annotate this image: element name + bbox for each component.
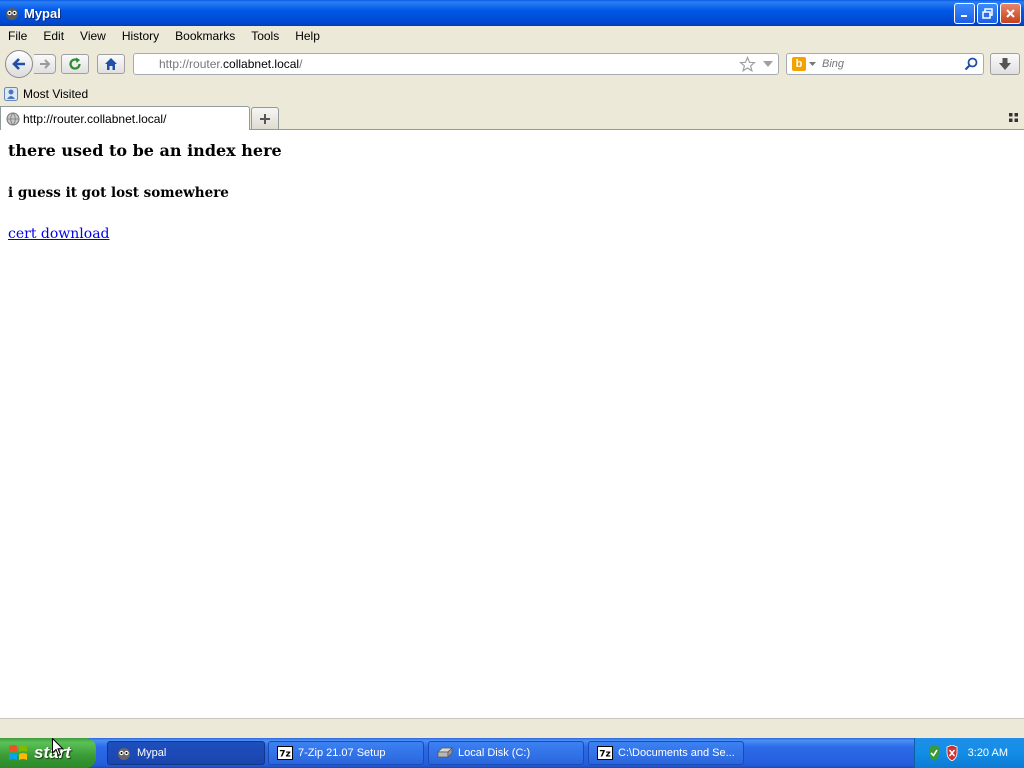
- menu-view[interactable]: View: [72, 29, 114, 43]
- chevron-down-icon[interactable]: [763, 61, 773, 68]
- taskbar-label: 7-Zip 21.07 Setup: [298, 747, 386, 759]
- start-button[interactable]: start: [0, 738, 96, 768]
- bing-icon[interactable]: b: [792, 57, 806, 71]
- page-subheading: i guess it got lost somewhere: [8, 185, 229, 201]
- search-input[interactable]: [822, 58, 952, 70]
- tab-router[interactable]: http://router.collabnet.local/: [0, 106, 250, 130]
- minimize-button[interactable]: [954, 3, 975, 24]
- taskbar-item-mypal[interactable]: Mypal: [107, 741, 265, 765]
- svg-text:7z: 7z: [599, 750, 611, 760]
- url-protocol: http://router.: [159, 57, 224, 71]
- menu-bookmarks[interactable]: Bookmarks: [167, 29, 243, 43]
- plus-icon: [260, 113, 270, 124]
- clock: 3:20 AM: [967, 747, 1008, 759]
- cert-download-link[interactable]: cert download: [8, 226, 110, 242]
- engine-dropdown-icon[interactable]: [809, 61, 816, 67]
- page-heading: there used to be an index here: [8, 141, 282, 160]
- url-bar[interactable]: http://router. collabnet.local /: [133, 53, 779, 75]
- tab-title: http://router.collabnet.local/: [23, 111, 167, 126]
- svg-text:7z: 7z: [279, 750, 291, 760]
- back-button[interactable]: [5, 50, 33, 78]
- restore-icon: [982, 8, 993, 19]
- url-path: /: [299, 57, 303, 71]
- menu-tools[interactable]: Tools: [243, 29, 287, 43]
- minimize-icon: [961, 15, 967, 17]
- menu-history[interactable]: History: [114, 29, 167, 43]
- window-titlebar: Mypal: [0, 0, 1024, 26]
- taskbar-item-local-disk[interactable]: Local Disk (C:): [428, 741, 584, 765]
- search-bar[interactable]: b: [786, 53, 984, 75]
- mypal-taskbar-icon: [118, 748, 130, 760]
- back-arrow-icon: [12, 58, 25, 70]
- new-tab-button[interactable]: [251, 107, 279, 129]
- restore-button[interactable]: [977, 3, 998, 24]
- search-icon[interactable]: [964, 57, 978, 71]
- navigation-toolbar: http://router. collabnet.local / b: [0, 46, 1024, 82]
- taskbar-label: Local Disk (C:): [458, 747, 531, 759]
- close-icon: [1006, 9, 1015, 18]
- forward-arrow-icon: [39, 59, 50, 69]
- tab-strip: http://router.collabnet.local/: [0, 106, 1024, 130]
- home-button[interactable]: [97, 54, 125, 74]
- list-all-tabs-icon[interactable]: [1009, 113, 1018, 122]
- globe-icon: [6, 112, 20, 125]
- mypal-app-icon: [6, 8, 18, 20]
- network-tray-icon[interactable]: [927, 745, 941, 761]
- menu-edit[interactable]: Edit: [35, 29, 72, 43]
- taskbar-item-documents[interactable]: 7z C:\Documents and Se...: [588, 741, 744, 765]
- taskbar-label: C:\Documents and Se...: [618, 747, 735, 759]
- most-visited-folder[interactable]: Most Visited: [4, 87, 88, 101]
- reload-button[interactable]: [61, 54, 89, 74]
- downloads-button[interactable]: [990, 53, 1020, 75]
- most-visited-label: Most Visited: [23, 87, 89, 101]
- download-arrow-icon: [999, 58, 1011, 70]
- bookmark-star-icon[interactable]: [739, 56, 756, 73]
- url-host: collabnet.local: [223, 57, 300, 71]
- forward-button[interactable]: [34, 54, 56, 74]
- reload-icon: [69, 57, 81, 70]
- menu-file[interactable]: File: [0, 29, 35, 43]
- drive-icon: [437, 747, 453, 758]
- bookmark-folder-icon: [4, 87, 18, 101]
- bookmarks-toolbar: Most Visited: [0, 82, 1024, 106]
- home-icon: [105, 58, 117, 70]
- close-button[interactable]: [1000, 3, 1021, 24]
- taskbar-label: Mypal: [137, 747, 167, 759]
- windows-logo-icon: [9, 745, 27, 760]
- status-bar: [0, 718, 1024, 738]
- taskbar-item-7zip-setup[interactable]: 7z 7-Zip 21.07 Setup: [268, 741, 424, 765]
- menu-bar: File Edit View History Bookmarks Tools H…: [0, 26, 1024, 46]
- menu-help[interactable]: Help: [287, 29, 328, 43]
- security-shield-icon[interactable]: [945, 745, 959, 761]
- taskbar: start Mypal 7z 7-Zip 21.07 Setup Local D…: [0, 738, 1024, 768]
- window-title: Mypal: [24, 5, 61, 21]
- mouse-cursor-icon: [52, 738, 64, 757]
- page-content: there used to be an index here i guess i…: [0, 130, 1024, 718]
- 7zip-icon: 7z: [597, 746, 613, 760]
- system-tray: 3:20 AM: [914, 738, 1024, 768]
- 7zip-icon: 7z: [277, 746, 293, 760]
